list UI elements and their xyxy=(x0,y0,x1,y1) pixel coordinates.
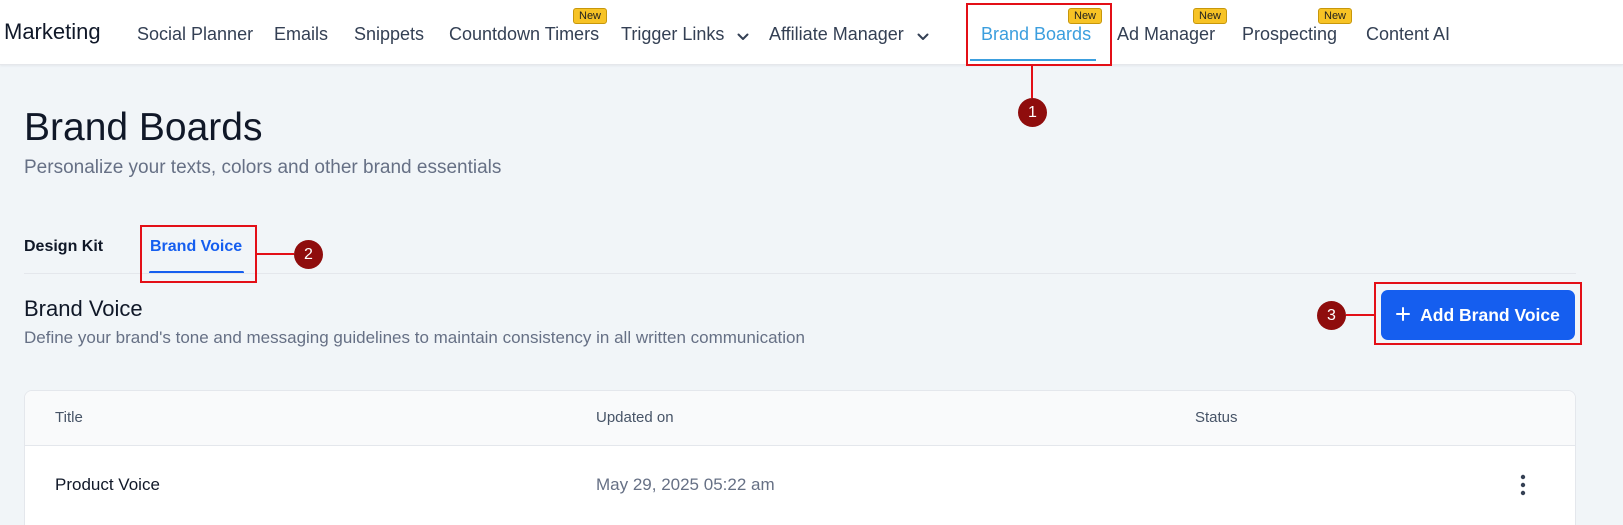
nav-item-social-planner[interactable]: Social Planner xyxy=(137,24,253,45)
more-vertical-icon[interactable] xyxy=(1511,469,1535,501)
nav-item-prospecting[interactable]: Prospecting xyxy=(1242,24,1337,45)
annotation-marker-1: 1 xyxy=(1018,98,1047,127)
annotation-highlight-brand-voice-tab xyxy=(140,225,257,283)
nav-item-label: Affiliate Manager xyxy=(769,24,904,44)
top-navigation: Marketing Social Planner Emails Snippets… xyxy=(0,0,1623,65)
app-title: Marketing xyxy=(4,19,101,44)
annotation-highlight-brand-boards xyxy=(966,3,1112,66)
section-title: Brand Voice xyxy=(24,296,143,321)
column-header-title: Title xyxy=(55,409,83,426)
table-row[interactable]: Product Voice May 29, 2025 05:22 am xyxy=(25,446,1575,525)
row-updated-on: May 29, 2025 05:22 am xyxy=(596,475,775,494)
tab-design-kit[interactable]: Design Kit xyxy=(24,238,103,256)
section-description: Define your brand's tone and messaging g… xyxy=(24,328,805,347)
row-title: Product Voice xyxy=(55,475,160,494)
brand-voice-table: Title Updated on Status Product Voice Ma… xyxy=(24,390,1576,525)
nav-item-trigger-links[interactable]: Trigger Links xyxy=(621,24,749,46)
column-header-status: Status xyxy=(1195,409,1238,426)
chevron-down-icon xyxy=(917,25,929,46)
nav-item-ad-manager[interactable]: Ad Manager xyxy=(1117,24,1215,45)
annotation-marker-3: 3 xyxy=(1317,301,1346,330)
nav-item-content-ai[interactable]: Content AI xyxy=(1366,24,1450,45)
column-header-updated-on: Updated on xyxy=(596,409,674,426)
new-badge: New xyxy=(573,8,608,24)
annotation-highlight-add-button xyxy=(1374,282,1582,345)
annotation-connector xyxy=(1031,66,1033,98)
table-header: Title Updated on Status xyxy=(25,391,1575,446)
nav-item-label: Trigger Links xyxy=(621,24,725,44)
new-badge: New xyxy=(1318,8,1353,24)
nav-item-snippets[interactable]: Snippets xyxy=(354,24,424,45)
page-title: Brand Boards xyxy=(24,106,263,149)
annotation-connector xyxy=(257,253,294,255)
page-subtitle: Personalize your texts, colors and other… xyxy=(24,157,502,178)
nav-item-emails[interactable]: Emails xyxy=(274,24,328,45)
chevron-down-icon xyxy=(737,25,749,46)
nav-item-affiliate-manager[interactable]: Affiliate Manager xyxy=(769,24,929,46)
new-badge: New xyxy=(1193,8,1228,24)
nav-item-countdown-timers[interactable]: Countdown Timers xyxy=(449,24,599,45)
annotation-connector xyxy=(1346,314,1374,316)
annotation-marker-2: 2 xyxy=(294,240,323,269)
